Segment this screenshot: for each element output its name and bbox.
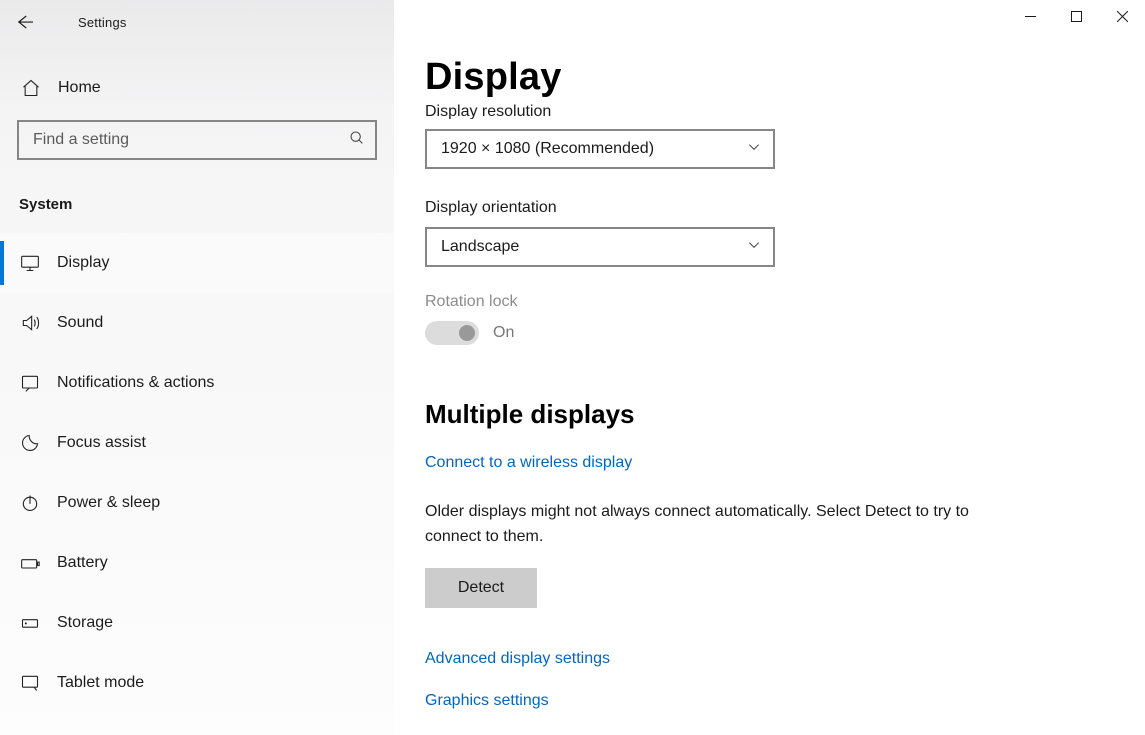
sidebar-item-storage[interactable]: Storage <box>0 593 394 653</box>
sidebar: Settings Home System <box>0 0 394 735</box>
sidebar-section-heading: System <box>19 196 394 213</box>
wireless-display-link[interactable]: Connect to a wireless display <box>425 454 632 472</box>
sidebar-item-display[interactable]: Display <box>0 233 394 293</box>
sidebar-item-label: Tablet mode <box>57 674 144 692</box>
advanced-display-link[interactable]: Advanced display settings <box>425 650 1121 668</box>
sidebar-item-battery[interactable]: Battery <box>0 533 394 593</box>
sidebar-item-label: Sound <box>57 314 103 332</box>
titlebar-controls <box>1007 0 1145 32</box>
notifications-icon <box>19 372 41 394</box>
sidebar-header: Settings <box>0 0 394 44</box>
sidebar-item-label: Storage <box>57 614 113 632</box>
home-icon <box>19 76 43 100</box>
sidebar-item-label: Battery <box>57 554 108 572</box>
window-root: Settings Home System <box>0 0 1145 735</box>
sidebar-home-label: Home <box>58 79 101 97</box>
app-title: Settings <box>78 15 127 30</box>
graphics-settings-link[interactable]: Graphics settings <box>425 692 1121 710</box>
sidebar-item-notifications[interactable]: Notifications & actions <box>0 353 394 413</box>
search-wrap <box>17 120 377 160</box>
display-orientation-value: Landscape <box>441 238 519 256</box>
display-resolution-label: Display resolution <box>425 103 1121 119</box>
chevron-down-icon <box>747 238 761 257</box>
chevron-down-icon <box>747 140 761 159</box>
power-icon <box>19 492 41 514</box>
link-stack: Advanced display settings Graphics setti… <box>425 650 1121 710</box>
maximize-button[interactable] <box>1053 0 1099 32</box>
rotation-lock-toggle[interactable] <box>425 321 479 345</box>
rotation-lock-state: On <box>493 324 514 342</box>
display-resolution-value: 1920 × 1080 (Recommended) <box>441 140 654 158</box>
minimize-button[interactable] <box>1007 0 1053 32</box>
sidebar-item-label: Power & sleep <box>57 494 160 512</box>
detect-button[interactable]: Detect <box>425 568 537 608</box>
search-box[interactable] <box>17 120 377 160</box>
display-orientation-label: Display orientation <box>425 199 1121 217</box>
display-orientation-select[interactable]: Landscape <box>425 227 775 267</box>
sidebar-item-power-sleep[interactable]: Power & sleep <box>0 473 394 533</box>
storage-icon <box>19 612 41 634</box>
sound-icon <box>19 312 41 334</box>
close-button[interactable] <box>1099 0 1145 32</box>
toggle-knob <box>459 325 475 341</box>
display-icon <box>19 252 41 274</box>
sidebar-nav: Display Sound Notifications & actions Fo… <box>0 233 394 713</box>
tablet-icon <box>19 672 41 694</box>
search-icon <box>349 130 365 150</box>
sidebar-item-sound[interactable]: Sound <box>0 293 394 353</box>
rotation-lock-label: Rotation lock <box>425 293 1121 311</box>
sidebar-item-label: Notifications & actions <box>57 374 214 392</box>
sidebar-item-label: Focus assist <box>57 434 146 452</box>
focus-assist-icon <box>19 432 41 454</box>
back-button[interactable] <box>2 0 46 44</box>
scroll-region: Display resolution 1920 × 1080 (Recommen… <box>425 103 1121 710</box>
sidebar-home[interactable]: Home <box>0 64 394 112</box>
sidebar-item-focus-assist[interactable]: Focus assist <box>0 413 394 473</box>
search-input[interactable] <box>31 130 349 150</box>
sidebar-item-label: Display <box>57 254 109 272</box>
sidebar-item-tablet-mode[interactable]: Tablet mode <box>0 653 394 713</box>
content-area: Display Display resolution 1920 × 1080 (… <box>394 0 1145 735</box>
display-resolution-select[interactable]: 1920 × 1080 (Recommended) <box>425 129 775 169</box>
page-title: Display <box>425 56 1121 99</box>
battery-icon <box>19 552 41 574</box>
rotation-lock-row: On <box>425 321 1121 345</box>
multiple-displays-heading: Multiple displays <box>425 399 1121 430</box>
detect-help-text: Older displays might not always connect … <box>425 500 995 550</box>
back-arrow-icon <box>15 13 33 31</box>
